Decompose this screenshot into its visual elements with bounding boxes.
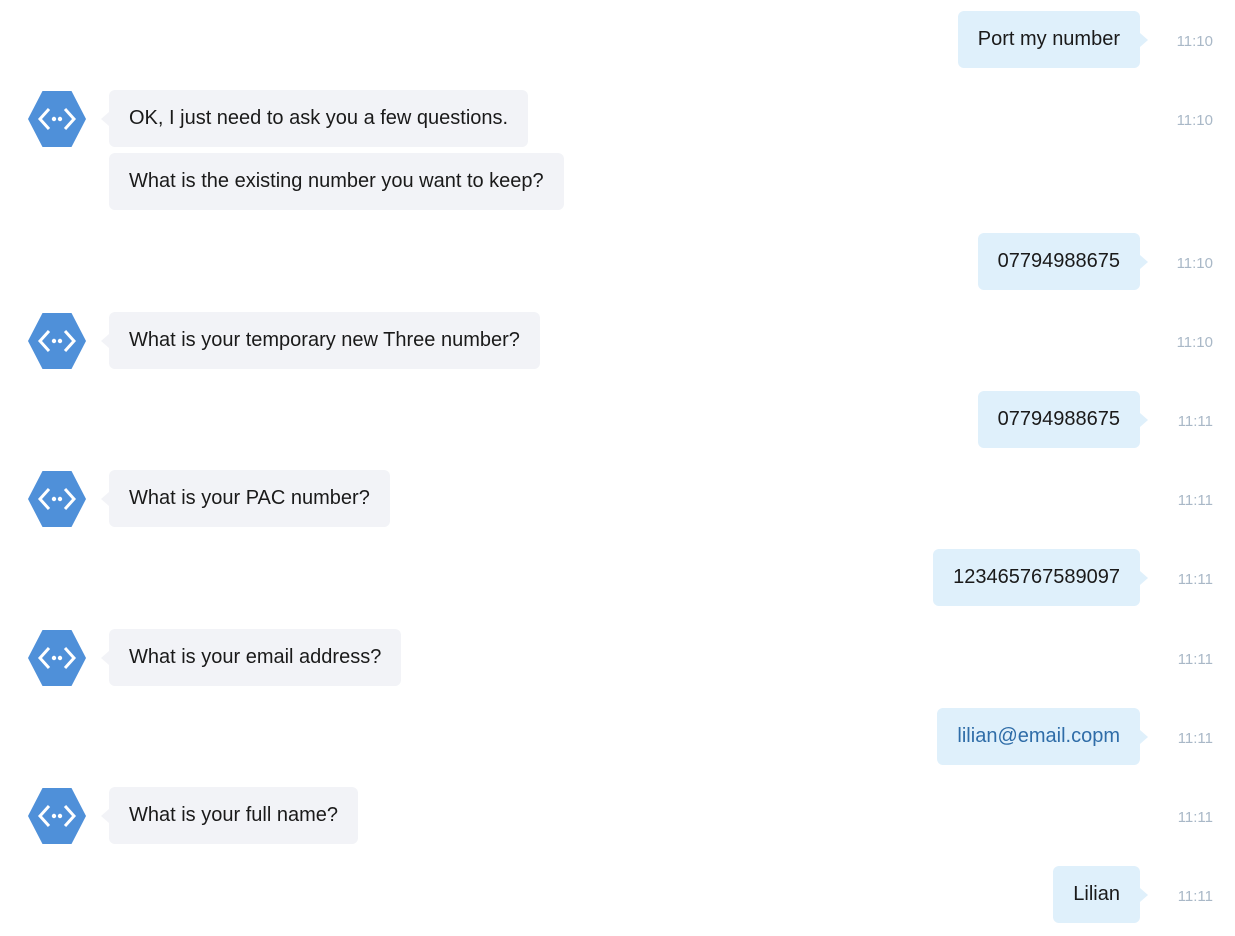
message-timestamp: 11:10 xyxy=(1176,255,1213,272)
message-timestamp: 11:11 xyxy=(1177,413,1213,430)
message-timestamp: 11:11 xyxy=(1177,492,1213,509)
user-message-bubble: Lilian xyxy=(1053,866,1148,923)
message-timestamp: 11:11 xyxy=(1177,730,1213,747)
email-link[interactable]: lilian@email.copm xyxy=(957,725,1120,747)
message-timestamp: 11:10 xyxy=(1176,334,1213,351)
bot-message-bubble: What is your email address? xyxy=(100,629,402,686)
bot-message-bubble: What is your PAC number? xyxy=(101,470,390,527)
bot-avatar-icon xyxy=(28,313,86,369)
message-timestamp: 11:11 xyxy=(1177,888,1213,905)
message-timestamp: 11:11 xyxy=(1177,809,1213,826)
bot-avatar-icon xyxy=(28,788,86,844)
bot-avatar-icon xyxy=(28,91,86,147)
bot-message-bubble: OK, I just need to ask you a few questio… xyxy=(100,90,529,147)
user-message-bubble: 07794988675 xyxy=(977,391,1149,448)
user-message-bubble: 123465767589097 xyxy=(933,549,1148,606)
bot-message-bubble: What is your temporary new Three number? xyxy=(101,312,540,369)
message-timestamp: 11:11 xyxy=(1177,571,1213,588)
bot-avatar-icon xyxy=(28,630,86,686)
user-message-bubble: 07794988675 xyxy=(977,233,1149,290)
user-message-bubble: Port my number xyxy=(957,11,1149,68)
bot-message-bubble: What is the existing number you want to … xyxy=(109,153,564,210)
user-message-bubble: lilian@email.copm xyxy=(937,708,1148,765)
message-timestamp: 11:11 xyxy=(1177,651,1213,668)
message-timestamp: 11:10 xyxy=(1176,112,1213,129)
message-timestamp: 11:10 xyxy=(1176,33,1213,50)
bot-message-bubble: What is your full name? xyxy=(101,787,358,844)
bot-avatar-icon xyxy=(28,471,86,527)
